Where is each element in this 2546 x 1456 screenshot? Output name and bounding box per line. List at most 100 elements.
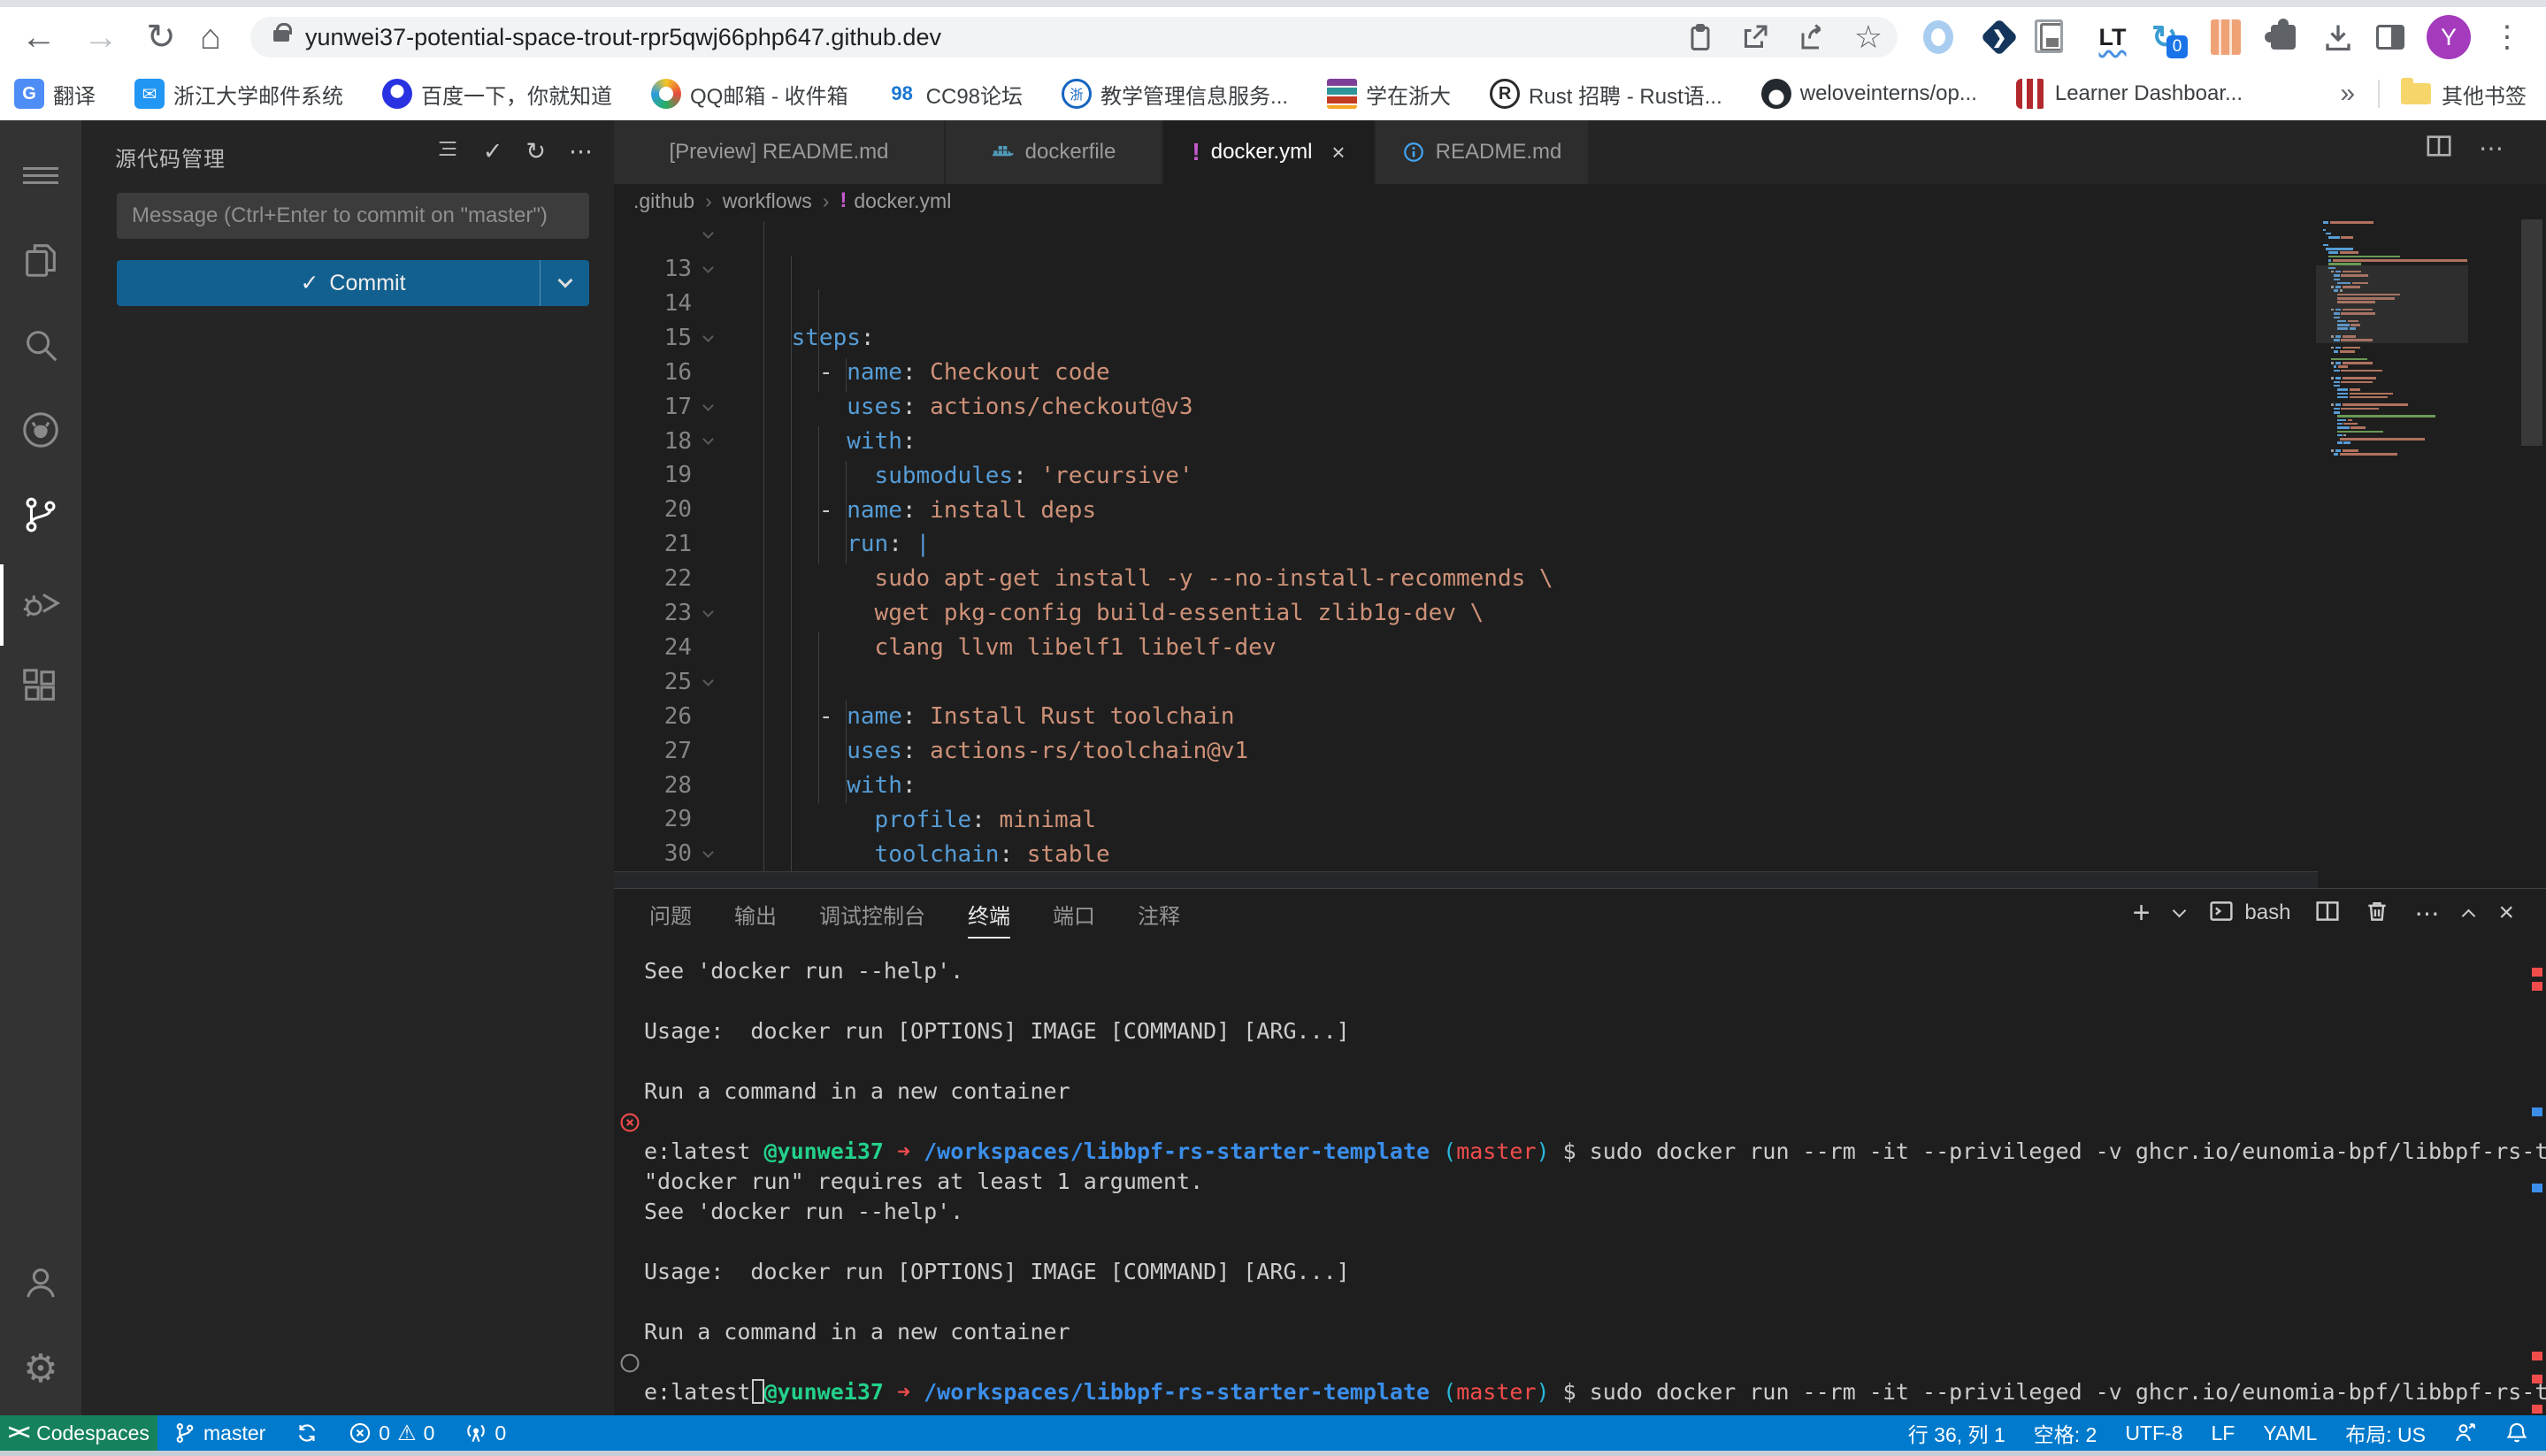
code-line-14[interactable]: 14 - name: Checkout code	[614, 252, 2318, 287]
sync-indicator[interactable]	[295, 1422, 318, 1445]
panel-tab-问题[interactable]: 问题	[649, 899, 692, 930]
extensions-puzzle-icon[interactable]	[2264, 19, 2303, 55]
ports-indicator[interactable]: 0	[464, 1422, 506, 1445]
code-line-19[interactable]: 19 run: |	[614, 424, 2318, 458]
refresh-icon[interactable]: ↻	[525, 138, 546, 165]
github-icon[interactable]	[0, 389, 81, 471]
bash-terminal-icon[interactable]	[2209, 899, 2234, 928]
bookmark-item[interactable]: 98 CC98论坛	[887, 79, 1023, 110]
code-line-21[interactable]: 21 wget pkg-config build-essential zlib1…	[614, 493, 2318, 527]
bookmark-item[interactable]: 百度一下，你就知道	[382, 79, 612, 110]
extensions-icon[interactable]	[0, 646, 81, 727]
panel-tab-端口[interactable]: 端口	[1053, 899, 1095, 930]
code-line-27[interactable]: 27 profile: minimal	[614, 700, 2318, 734]
fold-chevron-icon[interactable]	[702, 606, 714, 617]
fold-chevron-icon[interactable]	[702, 847, 714, 858]
close-panel-icon[interactable]: ×	[2498, 898, 2514, 928]
code-line-32[interactable]: 32 uses: Swatinem/rust-cache@v2	[614, 871, 2318, 888]
code-line-24[interactable]: 24 - name: Install Rust toolchain	[614, 596, 2318, 631]
fold-chevron-icon[interactable]	[702, 331, 714, 342]
browser-menu-icon[interactable]: ⋮	[2488, 19, 2527, 55]
code-editor[interactable]: 13 steps: 14 - name: Checkout code 15 us…	[614, 218, 2318, 888]
bookmark-star-icon[interactable]: ☆	[1847, 19, 1890, 55]
branch-indicator[interactable]: master	[173, 1422, 265, 1445]
fold-chevron-icon[interactable]	[702, 262, 714, 273]
encoding[interactable]: UTF-8	[2125, 1422, 2182, 1445]
remote-indicator[interactable]: >< Codespaces	[0, 1415, 157, 1451]
bookmark-item[interactable]: R Rust 招聘 - Rust语...	[1490, 79, 1722, 110]
fold-chevron-icon[interactable]	[702, 400, 714, 411]
run-debug-icon[interactable]	[0, 560, 81, 641]
tab-dockerfile[interactable]: dockerfile	[946, 120, 1163, 184]
bookmark-item[interactable]: 学在浙大	[1327, 79, 1451, 110]
code-line-16[interactable]: 16 with:	[614, 321, 2318, 356]
extension-navy-icon[interactable]: ❯	[1980, 19, 2019, 55]
breadcrumb-item[interactable]: workflows	[723, 189, 812, 213]
code-line-26[interactable]: 26 with:	[614, 665, 2318, 700]
kill-terminal-icon[interactable]	[2365, 899, 2389, 928]
more-actions-icon[interactable]: ⋯	[569, 138, 593, 165]
code-line-25[interactable]: 25 uses: actions-rs/toolchain@v1	[614, 631, 2318, 665]
problems-indicator[interactable]: 0 ⚠ 0	[349, 1421, 434, 1446]
code-line-22[interactable]: 22 clang llvm libelf1 libelf-dev	[614, 527, 2318, 562]
bookmark-item[interactable]: G 翻译	[14, 79, 96, 110]
downloads-icon[interactable]	[2319, 19, 2358, 55]
code-line-20[interactable]: 20 sudo apt-get install -y --no-install-…	[614, 458, 2318, 493]
code-line-28[interactable]: 28 toolchain: stable	[614, 734, 2318, 769]
code-line-30[interactable]: 30	[614, 802, 2318, 837]
shell-label[interactable]: bash	[2244, 900, 2290, 925]
extension-pages-icon[interactable]	[2032, 19, 2071, 55]
eol[interactable]: LF	[2211, 1422, 2235, 1445]
panel-tab-调试控制台[interactable]: 调试控制台	[819, 899, 925, 930]
panel-more-icon[interactable]: ⋯	[2414, 899, 2439, 928]
commit-dropdown[interactable]	[540, 260, 589, 306]
code-line-23[interactable]: 23	[614, 562, 2318, 596]
terminal-content[interactable]: See 'docker run --help'.Usage: docker ru…	[644, 956, 2546, 1407]
split-terminal-icon[interactable]	[2315, 899, 2340, 928]
tab-README.md[interactable]: README.md	[1376, 120, 1590, 184]
bookmark-item[interactable]: weloveinterns/op...	[1761, 79, 1977, 110]
code-line-29[interactable]: 29 override: true	[614, 768, 2318, 802]
reload-icon[interactable]: ↻	[138, 14, 184, 60]
tab-docker.yml[interactable]: !docker.yml ×	[1163, 120, 1376, 184]
indentation[interactable]: 空格: 2	[2034, 1418, 2097, 1448]
url-text[interactable]: yunwei37-potential-space-trout-rpr5qwj66…	[305, 17, 941, 57]
editor-more-actions-icon[interactable]: ⋯	[2479, 134, 2504, 163]
explorer-icon[interactable]	[0, 219, 81, 301]
commit-message-input[interactable]	[117, 193, 589, 239]
view-as-list-icon[interactable]	[435, 136, 460, 167]
profile-avatar[interactable]: Y	[2427, 15, 2471, 59]
bookmark-item[interactable]: QQ邮箱 - 收件箱	[651, 79, 848, 110]
tab-[Preview] README.md[interactable]: [Preview] README.md	[614, 120, 946, 184]
terminal-dropdown-icon[interactable]	[2173, 904, 2187, 918]
cursor-position[interactable]: 行 36, 列 1	[1908, 1418, 2005, 1448]
code-line-17[interactable]: 17 submodules: 'recursive'	[614, 356, 2318, 390]
breadcrumb[interactable]: .github› workflows›! docker.yml	[614, 184, 2546, 218]
bookmarks-overflow-icon[interactable]: »	[2340, 79, 2355, 109]
lock-icon[interactable]	[273, 30, 289, 42]
extension-columns-icon[interactable]	[2206, 19, 2245, 55]
new-terminal-icon[interactable]: +	[2133, 900, 2151, 925]
bookmark-item[interactable]: Learner Dashboar...	[2016, 79, 2243, 110]
breadcrumb-item[interactable]: docker.yml	[854, 189, 951, 213]
fold-chevron-icon[interactable]	[702, 227, 714, 239]
notifications-bell-icon[interactable]	[2505, 1422, 2528, 1445]
forward-icon[interactable]: →	[78, 14, 124, 60]
code-line-15[interactable]: 15 uses: actions/checkout@v3	[614, 287, 2318, 321]
fold-chevron-icon[interactable]	[702, 434, 714, 446]
open-in-new-icon[interactable]	[1734, 19, 1776, 55]
split-editor-icon[interactable]	[2426, 133, 2452, 164]
address-bar[interactable]: yunwei37-potential-space-trout-rpr5qwj66…	[250, 17, 1898, 57]
fold-chevron-icon[interactable]	[702, 675, 714, 686]
languagetool-icon[interactable]: LT	[2093, 19, 2132, 55]
menu-hamburger-icon[interactable]	[0, 134, 81, 216]
keyboard-layout[interactable]: 布局: US	[2345, 1418, 2426, 1448]
bookmark-item[interactable]: 浙 教学管理信息服务...	[1062, 79, 1288, 110]
account-icon[interactable]	[0, 1242, 81, 1323]
extension-blue-ring-icon[interactable]	[1919, 19, 1958, 55]
code-line-13[interactable]: 13 steps:	[614, 218, 2318, 252]
feedback-icon[interactable]	[2454, 1422, 2477, 1445]
back-icon[interactable]: ←	[16, 14, 62, 60]
search-icon[interactable]	[0, 304, 81, 386]
commit-button[interactable]: ✓ Commit	[117, 260, 589, 306]
